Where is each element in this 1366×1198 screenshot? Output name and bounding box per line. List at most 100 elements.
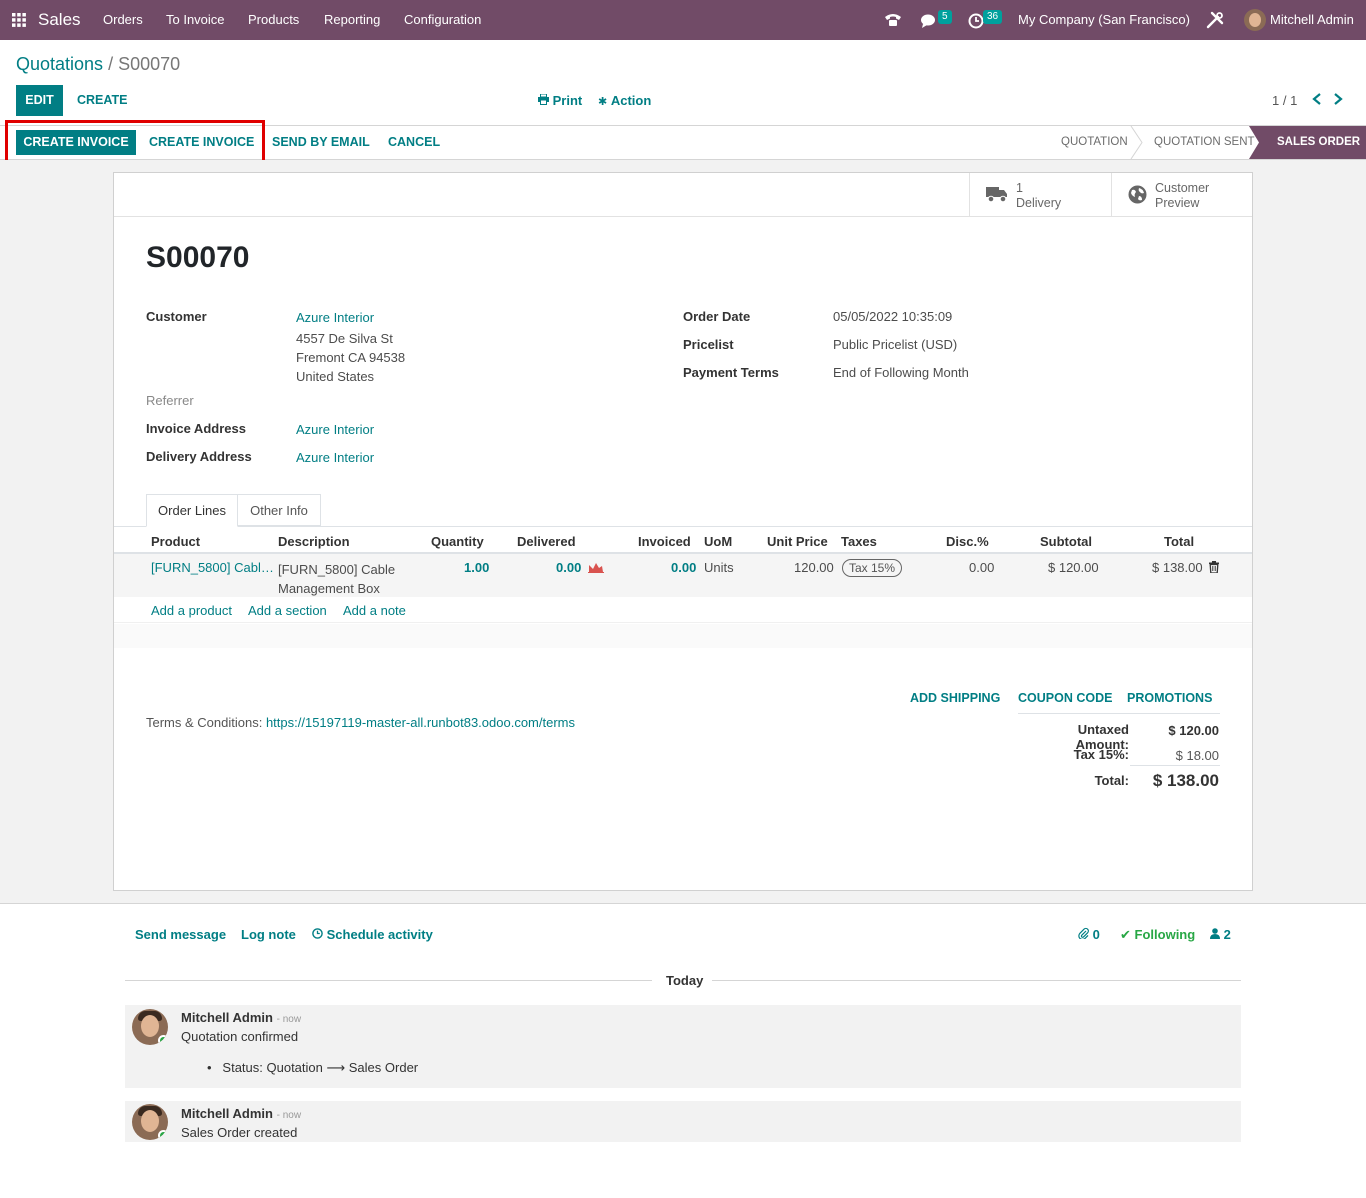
add-product-link[interactable]: Add a product	[151, 603, 232, 618]
pager-value[interactable]: 1 / 1	[1272, 93, 1297, 108]
following-button[interactable]: ✔ Following	[1120, 927, 1195, 943]
menu-configuration[interactable]: Configuration	[404, 0, 481, 40]
breadcrumb-quotations[interactable]: Quotations	[16, 54, 103, 74]
menu-products[interactable]: Products	[248, 0, 299, 40]
row-subtotal: $ 120.00	[1048, 560, 1099, 575]
stage-quotation-sent[interactable]: QUOTATION SENT	[1154, 126, 1255, 159]
col-product[interactable]: Product	[151, 534, 200, 549]
table-add-row: Add a product Add a section Add a note	[114, 597, 1252, 623]
total-label: Total:	[1094, 773, 1129, 788]
clock-icon	[312, 927, 323, 942]
app-switcher-icon[interactable]	[12, 0, 26, 43]
invoice-address-link[interactable]: Azure Interior	[296, 422, 374, 437]
row-invoiced: 0.00	[671, 560, 697, 575]
user-avatar[interactable]	[1244, 9, 1266, 31]
add-shipping-button[interactable]: ADD SHIPPING	[910, 691, 1000, 705]
col-total[interactable]: Total	[1164, 534, 1194, 549]
tax-tag[interactable]: Tax 15%	[842, 559, 903, 577]
send-by-email-button[interactable]: SEND BY EMAIL	[272, 130, 370, 155]
col-description[interactable]: Description	[278, 534, 350, 549]
date-divider-left	[125, 980, 652, 981]
col-taxes[interactable]: Taxes	[841, 534, 877, 549]
print-icon	[538, 93, 549, 108]
delivery-address-link[interactable]: Azure Interior	[296, 450, 374, 465]
delivery-smart-button[interactable]: 1 Delivery	[969, 173, 1111, 216]
terms-url-link[interactable]: https://15197119-master-all.runbot83.odo…	[266, 715, 575, 730]
col-subtotal[interactable]: Subtotal	[1040, 534, 1092, 549]
customer-address-line2: Fremont CA 94538	[296, 350, 406, 365]
col-quantity[interactable]: Quantity	[431, 534, 484, 549]
tracking-value: • Status: Quotation ⟶ Sales Order	[207, 1060, 419, 1075]
message-time: - now	[276, 1110, 302, 1121]
tax-value: $ 18.00	[1175, 748, 1219, 763]
col-invoiced[interactable]: Invoiced	[638, 534, 691, 549]
action-dropdown[interactable]: ✱ Action	[598, 93, 651, 108]
pager-next-icon[interactable]	[1332, 92, 1344, 109]
online-status-icon	[158, 1035, 168, 1045]
menu-reporting[interactable]: Reporting	[324, 0, 380, 40]
phone-icon[interactable]	[884, 0, 902, 44]
menu-orders[interactable]: Orders	[103, 0, 143, 40]
delivery-label: Delivery	[1016, 196, 1062, 210]
breadcrumb-separator: /	[108, 54, 114, 74]
log-note-button[interactable]: Log note	[241, 927, 296, 942]
breadcrumb: Quotations / S00070	[16, 54, 180, 75]
customer-link[interactable]: Azure Interior	[296, 310, 374, 325]
tracking-old-value: Quotation	[266, 1060, 323, 1075]
total-value: $ 138.00	[1152, 771, 1219, 790]
gear-icon: ✱	[598, 96, 608, 108]
coupon-code-button[interactable]: COUPON CODE	[1018, 691, 1112, 705]
tab-order-lines[interactable]: Order Lines	[146, 494, 238, 527]
user-menu[interactable]: Mitchell Admin	[1270, 0, 1354, 40]
promotions-button[interactable]: PROMOTIONS	[1127, 691, 1212, 705]
message-author[interactable]: Mitchell Admin	[181, 1010, 273, 1025]
message-time: - now	[276, 1014, 302, 1025]
globe-icon	[1128, 185, 1147, 207]
col-uom[interactable]: UoM	[704, 534, 732, 549]
table-empty-row	[114, 624, 1252, 648]
attachments-button[interactable]: 0	[1078, 927, 1100, 942]
table-row[interactable]: [FURN_5800] Cabl… [FURN_5800] Cable Mana…	[114, 554, 1252, 597]
col-discount[interactable]: Disc.%	[946, 534, 989, 549]
debug-tools-icon[interactable]	[1206, 0, 1224, 45]
print-dropdown[interactable]: Print	[538, 93, 582, 108]
activities-clock-icon[interactable]	[968, 0, 984, 45]
company-switcher[interactable]: My Company (San Francisco)	[1018, 0, 1190, 40]
add-section-link[interactable]: Add a section	[248, 603, 327, 618]
forecast-chart-icon[interactable]	[588, 561, 604, 576]
pager-previous-icon[interactable]	[1311, 92, 1323, 109]
add-note-link[interactable]: Add a note	[343, 603, 406, 618]
stage-quotation[interactable]: QUOTATION	[1061, 126, 1128, 159]
chatter-message: Mitchell Admin - now Sales Order created	[125, 1101, 1241, 1142]
cancel-button[interactable]: CANCEL	[388, 130, 440, 155]
tabs-divider	[114, 526, 1252, 527]
row-unit-price: 120.00	[794, 560, 834, 575]
author-avatar[interactable]	[132, 1009, 168, 1045]
customer-address-line3: United States	[296, 369, 375, 384]
trash-icon[interactable]	[1209, 561, 1219, 576]
edit-button[interactable]: EDIT	[16, 85, 63, 116]
customer-preview-smart-button[interactable]: Customer Preview	[1111, 173, 1253, 216]
schedule-activity-button[interactable]: Schedule activity	[312, 927, 433, 942]
user-icon	[1210, 927, 1220, 942]
chatter-message: Mitchell Admin - now Quotation confirmed…	[125, 1005, 1241, 1088]
send-message-button[interactable]: Send message	[135, 927, 226, 942]
menu-to-invoice[interactable]: To Invoice	[166, 0, 225, 40]
print-label: Print	[552, 93, 583, 108]
col-delivered[interactable]: Delivered	[517, 534, 576, 549]
col-unit-price[interactable]: Unit Price	[767, 534, 828, 549]
stage-arrow	[1130, 126, 1143, 159]
stage-sales-order[interactable]: SALES ORDER	[1277, 126, 1360, 159]
pricelist-label: Pricelist	[683, 337, 734, 352]
breadcrumb-current: S00070	[118, 54, 181, 74]
followers-button[interactable]: 2	[1210, 927, 1231, 942]
order-name: S00070	[146, 241, 250, 274]
messages-icon[interactable]	[920, 0, 940, 45]
row-product[interactable]: [FURN_5800] Cabl…	[151, 560, 274, 575]
app-name[interactable]: Sales	[38, 0, 81, 40]
create-button[interactable]: CREATE	[77, 85, 127, 116]
author-avatar[interactable]	[132, 1104, 168, 1140]
followers-count: 2	[1223, 927, 1231, 942]
tab-other-info[interactable]: Other Info	[238, 494, 321, 526]
message-author[interactable]: Mitchell Admin	[181, 1106, 273, 1121]
